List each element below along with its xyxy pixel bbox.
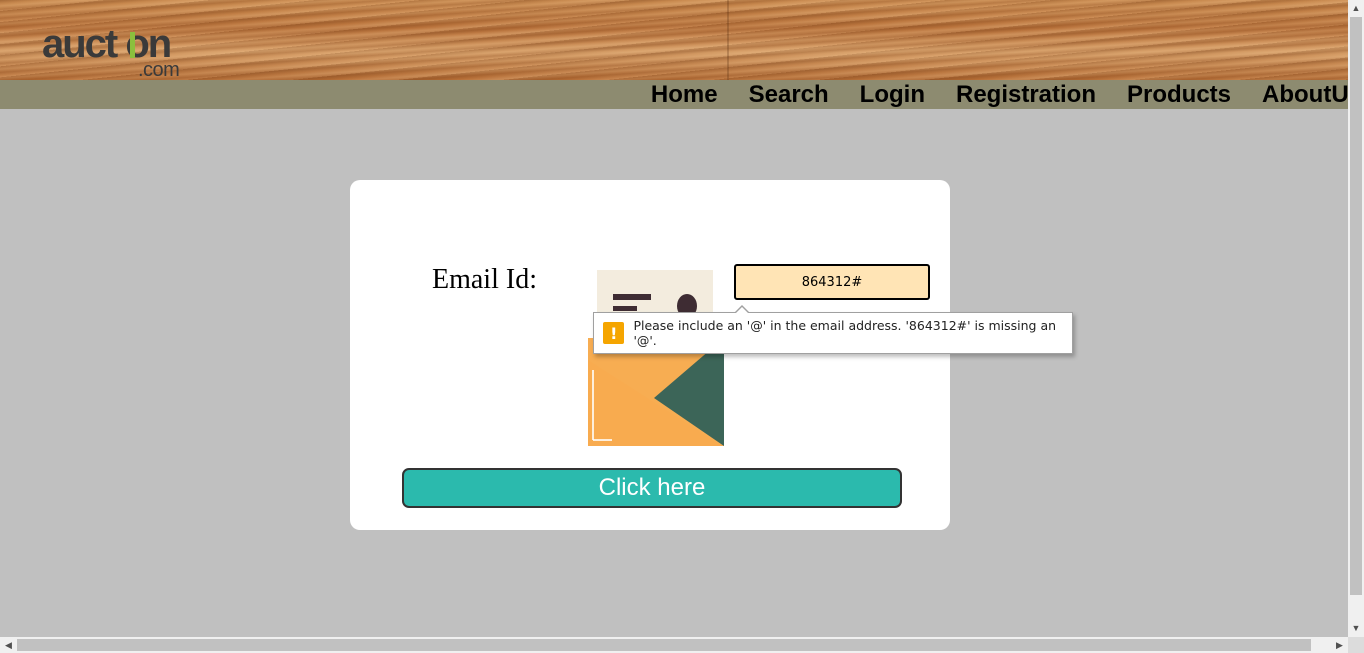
nav-link-registration[interactable]: Registration — [925, 80, 1096, 109]
nav-link-aboutus[interactable]: AboutUs — [1231, 80, 1362, 109]
validation-message: Please include an '@' in the email addre… — [633, 318, 1057, 348]
email-form-card: Email Id: Click here — [350, 180, 950, 530]
nav-link-home[interactable]: Home — [651, 80, 718, 109]
main-nav: Home Search Login Registration Products … — [651, 80, 1362, 109]
nav-link-login[interactable]: Login — [829, 80, 925, 109]
logo-exclamation-mark — [130, 32, 135, 58]
warning-icon: ! — [603, 322, 625, 344]
vertical-scrollbar[interactable]: ▲ ▼ — [1348, 0, 1364, 637]
scroll-down-icon[interactable]: ▼ — [1348, 620, 1364, 637]
horizontal-scroll-thumb[interactable] — [17, 639, 1311, 651]
scroll-up-icon[interactable]: ▲ — [1348, 0, 1364, 17]
logo-text: auct on — [42, 22, 172, 66]
header-seam — [727, 0, 729, 80]
scroll-left-icon[interactable]: ◀ — [0, 637, 17, 653]
vertical-scroll-thumb[interactable] — [1350, 17, 1362, 595]
horizontal-scrollbar[interactable]: ◀ ▶ — [0, 637, 1348, 653]
logo-subtext: .com — [138, 59, 180, 81]
site-header: auct on .com — [0, 0, 1348, 80]
email-field[interactable] — [734, 264, 930, 300]
nav-link-search[interactable]: Search — [718, 80, 829, 109]
click-here-button[interactable]: Click here — [402, 468, 902, 508]
email-label: Email Id: — [432, 264, 537, 295]
site-logo[interactable]: auct on .com — [42, 24, 192, 82]
scrollbar-corner — [1348, 637, 1364, 653]
envelope-illustration — [588, 270, 724, 446]
nav-link-products[interactable]: Products — [1096, 80, 1231, 109]
scroll-right-icon[interactable]: ▶ — [1331, 637, 1348, 653]
validation-tooltip: ! Please include an '@' in the email add… — [593, 305, 1073, 354]
